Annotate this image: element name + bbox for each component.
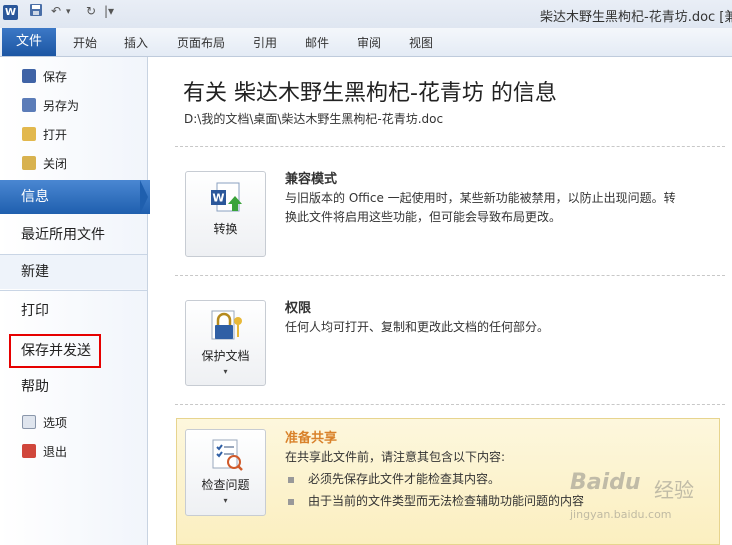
nav-close-label: 关闭 xyxy=(43,156,68,171)
window-title: 柴达木野生黑枸杞-花青坊.doc [兼 xyxy=(540,10,732,25)
tab-file[interactable]: 文件 xyxy=(2,28,56,56)
nav-help[interactable]: 帮助 xyxy=(0,370,147,404)
nav-save-as-label: 另存为 xyxy=(43,98,80,113)
tab-references[interactable]: 引用 xyxy=(253,34,277,51)
page-title: 有关 柴达木野生黑枸杞-花青坊 的信息 xyxy=(183,81,557,106)
convert-label: 转换 xyxy=(213,222,238,236)
highlight-box xyxy=(9,334,101,368)
nav-divider xyxy=(0,290,147,291)
nav-open-label: 打开 xyxy=(43,127,68,142)
tab-page-layout[interactable]: 页面布局 xyxy=(177,34,225,51)
customize-toolbar-icon[interactable]: |▾ xyxy=(104,4,114,18)
nav-info-label: 信息 xyxy=(21,189,49,205)
nav-recent[interactable]: 最近所用文件 xyxy=(0,218,147,252)
ribbon-tabs: 开始 插入 页面布局 引用 邮件 审阅 视图 xyxy=(0,28,732,57)
share-bullet-2-text: 由于当前的文件类型而无法检查辅助功能问题的内容 xyxy=(308,494,585,508)
save-icon xyxy=(22,69,36,83)
nav-recent-label: 最近所用文件 xyxy=(21,227,105,243)
tab-mailings[interactable]: 邮件 xyxy=(305,34,329,51)
title-bar: W ↶ ▾ ↻ |▾ 柴达木野生黑枸杞-花青坊.doc [兼 xyxy=(0,0,732,29)
section-divider xyxy=(175,275,725,276)
nav-info[interactable]: 信息 xyxy=(0,180,150,214)
share-bullet-1: 必须先保存此文件才能检查其内容。 xyxy=(288,470,500,487)
nav-new[interactable]: 新建 xyxy=(0,255,147,289)
save-icon[interactable] xyxy=(29,3,43,17)
chevron-down-icon: ▾ xyxy=(223,496,228,505)
section-divider xyxy=(175,146,725,147)
protect-document-label: 保护文档 xyxy=(201,349,250,363)
redo-icon[interactable]: ↻ xyxy=(86,4,96,18)
tab-home[interactable]: 开始 xyxy=(73,34,97,51)
open-folder-icon xyxy=(22,127,36,141)
nav-options-label: 选项 xyxy=(43,415,68,430)
chevron-down-icon: ▾ xyxy=(223,367,228,376)
svg-text:W: W xyxy=(212,192,224,205)
watermark-url: jingyan.baidu.com xyxy=(570,508,672,521)
nav-open[interactable]: 打开 xyxy=(22,125,67,143)
share-text: 在共享此文件前，请注意其包含以下内容: xyxy=(285,450,506,464)
nav-help-label: 帮助 xyxy=(21,379,49,395)
checklist-icon xyxy=(212,439,243,471)
convert-button[interactable]: W 转换 xyxy=(185,171,266,257)
nav-save[interactable]: 保存 xyxy=(22,67,67,85)
permissions-title: 权限 xyxy=(285,301,312,316)
share-title: 准备共享 xyxy=(285,431,338,446)
compat-text-line1: 与旧版本的 Office 一起使用时，某些新功能被禁用，以防止出现问题。转 xyxy=(285,191,676,205)
nav-options[interactable]: 选项 xyxy=(22,413,67,431)
lock-key-icon xyxy=(211,310,242,340)
exit-icon xyxy=(22,444,36,458)
check-issues-label: 检查问题 xyxy=(201,478,250,492)
section-divider xyxy=(175,404,725,405)
share-bullet-1-text: 必须先保存此文件才能检查其内容。 xyxy=(308,472,501,486)
close-folder-icon xyxy=(22,156,36,170)
undo-icon[interactable]: ↶ xyxy=(51,4,61,18)
options-icon xyxy=(22,415,36,429)
compat-title: 兼容模式 xyxy=(285,172,338,187)
active-pointer xyxy=(140,180,148,214)
tab-review[interactable]: 审阅 xyxy=(357,34,381,51)
nav-exit-label: 退出 xyxy=(43,444,68,459)
nav-close[interactable]: 关闭 xyxy=(22,154,67,172)
watermark-brand: Baidu xyxy=(570,470,641,495)
tab-view[interactable]: 视图 xyxy=(409,34,433,51)
protect-document-button[interactable]: 保护文档 ▾ xyxy=(185,300,266,386)
file-path: D:\我的文档\桌面\柴达木野生黑枸杞-花青坊.doc xyxy=(184,112,444,126)
watermark-title: 经验 xyxy=(654,478,694,502)
nav-exit[interactable]: 退出 xyxy=(22,442,67,460)
nav-print[interactable]: 打印 xyxy=(0,294,147,328)
nav-save-as[interactable]: 另存为 xyxy=(22,96,79,114)
permissions-text: 任何人均可打开、复制和更改此文档的任何部分。 xyxy=(285,320,550,334)
check-issues-button[interactable]: 检查问题 ▾ xyxy=(185,429,266,516)
bullet-icon xyxy=(288,476,294,483)
word-app-icon[interactable]: W xyxy=(3,5,18,20)
undo-dropdown-icon[interactable]: ▾ xyxy=(66,7,71,17)
save-as-icon xyxy=(22,98,36,112)
nav-print-label: 打印 xyxy=(21,303,49,319)
convert-icon: W xyxy=(211,182,242,212)
tab-insert[interactable]: 插入 xyxy=(124,34,148,51)
backstage-nav: 保存 另存为 打开 关闭 信息 最近所用文件 新建 打印 保存并发送 帮助 选项… xyxy=(0,57,150,545)
bullet-icon xyxy=(288,498,294,505)
nav-save-label: 保存 xyxy=(43,69,68,84)
baidu-watermark: Baidu 经验 jingyan.baidu.com xyxy=(568,468,724,528)
nav-new-label: 新建 xyxy=(21,264,49,280)
compat-text-line2: 换此文件将启用这些功能，但可能会导致布局更改。 xyxy=(285,210,562,224)
share-bullet-2: 由于当前的文件类型而无法检查辅助功能问题的内容 xyxy=(288,492,584,509)
